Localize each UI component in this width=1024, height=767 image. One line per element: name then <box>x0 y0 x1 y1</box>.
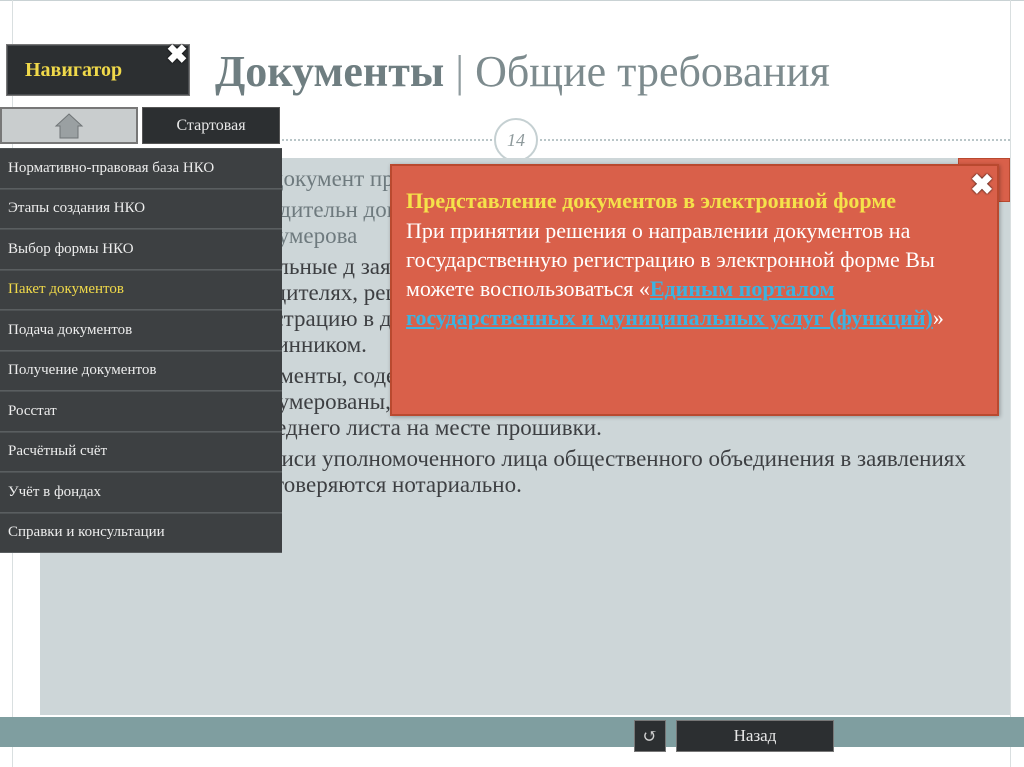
undo-icon[interactable]: ↺ <box>634 720 666 752</box>
slide-frame-top <box>0 0 1024 14</box>
popup-body-end: » <box>932 305 944 330</box>
navigator-menu-item[interactable]: Нормативно-правовая база НКО <box>0 148 282 189</box>
close-icon[interactable]: ✖ <box>970 172 994 200</box>
navigator-menu-item[interactable]: Этапы создания НКО <box>0 188 282 229</box>
navigator-menu: Нормативно-правовая база НКО Этапы создан… <box>0 148 282 553</box>
info-popup: Представление документов в электронной ф… <box>390 164 999 416</box>
title-rule-right <box>540 139 1010 141</box>
navigator-menu-item[interactable]: Росстат <box>0 391 282 432</box>
navigator-menu-item[interactable]: Справки и консультации <box>0 512 282 553</box>
slide-title-rest: Общие требования <box>475 47 830 96</box>
start-button[interactable]: Стартовая <box>142 107 280 144</box>
bottom-strip <box>0 717 1024 747</box>
navigator-label: Навигатор <box>25 58 123 81</box>
bullet-item: Подписи уполномоченного лица общественно… <box>198 446 968 498</box>
slide-title: Документы | Общие требования <box>215 46 830 97</box>
slide-number: 14 <box>494 118 538 162</box>
popup-body: При принятии решения о направлении докум… <box>406 216 985 332</box>
navigator-menu-item[interactable]: Расчётный счёт <box>0 431 282 472</box>
navigator-menu-item[interactable]: Получение документов <box>0 350 282 391</box>
navigator-button[interactable]: Навигатор <box>6 44 190 96</box>
title-rule-left <box>282 139 492 141</box>
home-icon <box>54 112 84 138</box>
slide-title-separator: | <box>444 47 476 96</box>
navigator-menu-item[interactable]: Пакет документов <box>0 269 282 310</box>
navigator-menu-item[interactable]: Учёт в фондах <box>0 472 282 513</box>
navigator-menu-item[interactable]: Выбор формы НКО <box>0 229 282 270</box>
navigator-menu-item[interactable]: Подача документов <box>0 310 282 351</box>
slide-title-bold: Документы <box>215 47 445 96</box>
popup-heading: Представление документов в электронной ф… <box>406 188 897 213</box>
slide-frame-right <box>1010 0 1011 767</box>
home-button[interactable] <box>0 107 138 144</box>
back-button[interactable]: Назад <box>676 720 834 752</box>
close-icon[interactable]: ✖ <box>166 42 188 68</box>
